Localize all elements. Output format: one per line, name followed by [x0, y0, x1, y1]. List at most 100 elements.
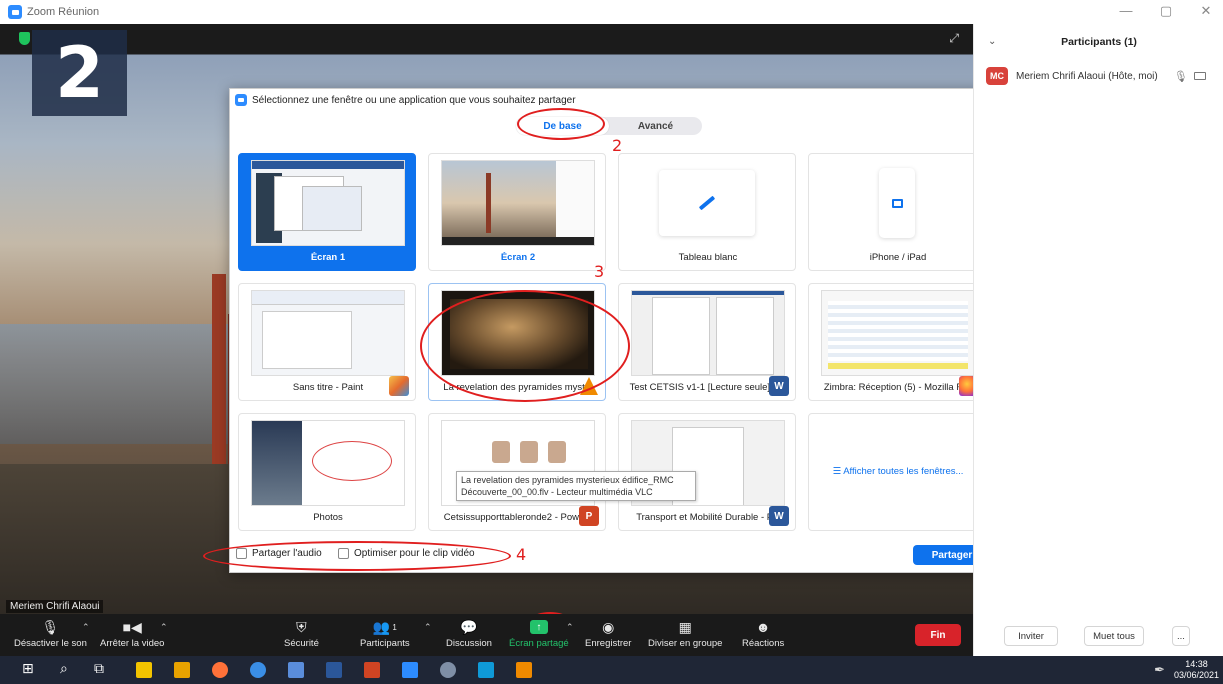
chevron-up-icon[interactable]: ⌃ [160, 622, 168, 633]
powerpoint-icon: P [579, 506, 599, 526]
window-controls: — ▢ ✕ [1117, 3, 1215, 19]
sticky-notes-icon[interactable] [136, 662, 152, 678]
chevron-up-icon[interactable]: ⌃ [566, 622, 574, 633]
dialog-header: Sélectionnez une fenêtre ou une applicat… [230, 89, 1003, 111]
share-tile-firefox-zimbra[interactable]: Zimbra: Réception (5) - Mozilla Fi... [808, 283, 986, 401]
participant-name-tag: Meriem Chrifi Alaoui [6, 600, 104, 613]
share-audio-checkbox[interactable]: Partager l'audio [236, 548, 322, 559]
windows-taskbar: ⊞ ⌕ ⧉ ✒ 14:38 03/06/2021 [0, 656, 1223, 684]
share-tile-iphone-ipad[interactable]: iPhone / iPad [808, 153, 986, 271]
checkbox-box[interactable] [338, 548, 349, 559]
expand-icon[interactable]: ⤢ [949, 31, 959, 46]
windows-start-icon[interactable]: ⊞ [22, 660, 34, 677]
dialog-title: Sélectionnez une fenêtre ou une applicat… [252, 94, 576, 106]
thumbnail-photo [520, 441, 538, 463]
screen-2-thumbnail [441, 160, 595, 246]
tile-label: Écran 2 [500, 252, 536, 263]
invite-button[interactable]: Inviter [1004, 626, 1058, 646]
toolbar-label: Sécurité [284, 638, 319, 649]
chat-button[interactable]: 💬 Discussion [446, 618, 492, 650]
stop-video-button[interactable]: ■◀ Arrêter la video [100, 618, 164, 650]
participant-name: Meriem Chrifi Alaoui (Hôte, moi) [1016, 70, 1158, 82]
end-meeting-button[interactable]: Fin [915, 624, 961, 646]
colorful-app-icon[interactable] [250, 662, 266, 678]
thumbnail-image [252, 421, 302, 505]
notepad-icon[interactable] [288, 662, 304, 678]
firefox-thumbnail [821, 290, 975, 376]
optimize-video-checkbox[interactable]: Optimiser pour le clip vidéo [338, 548, 475, 559]
share-tile-screen-2[interactable]: Écran 2 [428, 153, 606, 271]
show-all-windows-link[interactable]: ☰ Afficher toutes les fenêtres... [809, 466, 987, 477]
share-tile-photos[interactable]: Photos [238, 413, 416, 531]
more-options-button[interactable]: ... [1172, 626, 1190, 646]
thumbnail-page [652, 297, 710, 375]
chevron-up-icon[interactable]: ⌃ [82, 622, 90, 633]
participants-panel: ⌄ Participants (1) MC Meriem Chrifi Alao… [973, 24, 1223, 656]
grid-icon: ▦ [678, 618, 692, 635]
emoji-icon: ☻ [755, 619, 771, 635]
vlc-icon [579, 376, 599, 396]
thumbnail-ribbon [252, 291, 404, 305]
security-button[interactable]: ⛨ Sécurité [284, 618, 319, 650]
share-tile-vlc[interactable]: La revelation des pyramides myst... [428, 283, 606, 401]
participants-button[interactable]: 👥 1 Participants [360, 618, 410, 650]
zoom-icon[interactable] [402, 662, 418, 678]
tab-basic[interactable]: De base [516, 117, 609, 135]
chevron-up-icon[interactable]: ⌃ [424, 622, 432, 633]
thumbnail-band [252, 161, 404, 169]
toolbar-label: Discussion [446, 638, 492, 649]
firefox-icon[interactable] [212, 662, 228, 678]
powerpoint-icon[interactable] [364, 662, 380, 678]
thumbnail-circle [312, 441, 392, 481]
share-tile-show-all[interactable]: ☰ Afficher toutes les fenêtres... [808, 413, 986, 531]
thumbnail-window [302, 186, 362, 231]
breakout-rooms-button[interactable]: ▦ Diviser en groupe [648, 618, 723, 650]
record-button[interactable]: ◉ Enregistrer [585, 618, 631, 650]
participants-count: 1 [392, 622, 397, 632]
toolbar-label: Participants [360, 638, 410, 649]
photos-icon[interactable] [478, 662, 494, 678]
share-tile-whiteboard[interactable]: Tableau blanc [618, 153, 796, 271]
share-tile-word-cetsis[interactable]: Test CETSIS v1-1 [Lecture seule] - ... W [618, 283, 796, 401]
word-thumbnail [631, 290, 785, 376]
thumbnail-video-frame [450, 299, 588, 369]
vlc-icon[interactable] [516, 662, 532, 678]
show-all-label: Afficher toutes les fenêtres... [843, 466, 964, 477]
close-icon[interactable]: ✕ [1197, 3, 1215, 19]
paint-icon[interactable] [440, 662, 456, 678]
vlc-thumbnail [441, 290, 595, 376]
chat-bubble-icon: 💬 [460, 618, 478, 635]
window-tooltip: La revelation des pyramides mysterieux é… [456, 471, 696, 501]
participant-row[interactable]: MC Meriem Chrifi Alaoui (Hôte, moi) 🎙 [986, 66, 1216, 86]
tile-label: Écran 1 [310, 252, 346, 263]
toolbar-label: Écran partagé [509, 638, 569, 649]
toolbar-label: Diviser en groupe [648, 638, 723, 649]
paint-thumbnail [251, 290, 405, 376]
file-explorer-icon[interactable] [174, 662, 190, 678]
word-icon[interactable] [326, 662, 342, 678]
meeting-toolbar: 🎙 Désactiver le son ⌃ ■◀ Arrêter la vide… [0, 614, 973, 656]
maximize-icon[interactable]: ▢ [1157, 3, 1175, 19]
mute-button[interactable]: 🎙 Désactiver le son [14, 618, 87, 650]
security-shield-icon[interactable] [19, 32, 30, 45]
minimize-icon[interactable]: — [1117, 3, 1135, 19]
participant-number-badge: 2 [32, 30, 127, 116]
share-screen-button[interactable]: ↑ Écran partagé [509, 618, 569, 649]
checkbox-label: Partager l'audio [252, 548, 322, 559]
reactions-button[interactable]: ☻ Réactions [742, 618, 784, 649]
mute-all-button[interactable]: Muet tous [1084, 626, 1144, 646]
thumbnail-ribbon [632, 291, 784, 295]
word-icon: W [769, 506, 789, 526]
share-tile-screen-1[interactable]: Écran 1 [238, 153, 416, 271]
pen-icon[interactable]: ✒ [1154, 662, 1165, 678]
tab-advanced[interactable]: Avancé [609, 117, 702, 135]
share-mode-tabs: De base Avancé [516, 117, 702, 135]
share-screen-dialog: Sélectionnez une fenêtre ou une applicat… [229, 88, 1002, 573]
thumbnail-canvas [262, 311, 352, 369]
task-view-icon[interactable]: ⧉ [94, 660, 104, 677]
system-clock[interactable]: 14:38 03/06/2021 [1174, 659, 1219, 681]
whiteboard-card [659, 170, 755, 236]
checkbox-box[interactable] [236, 548, 247, 559]
search-icon[interactable]: ⌕ [60, 660, 68, 677]
share-tile-paint[interactable]: Sans titre - Paint [238, 283, 416, 401]
